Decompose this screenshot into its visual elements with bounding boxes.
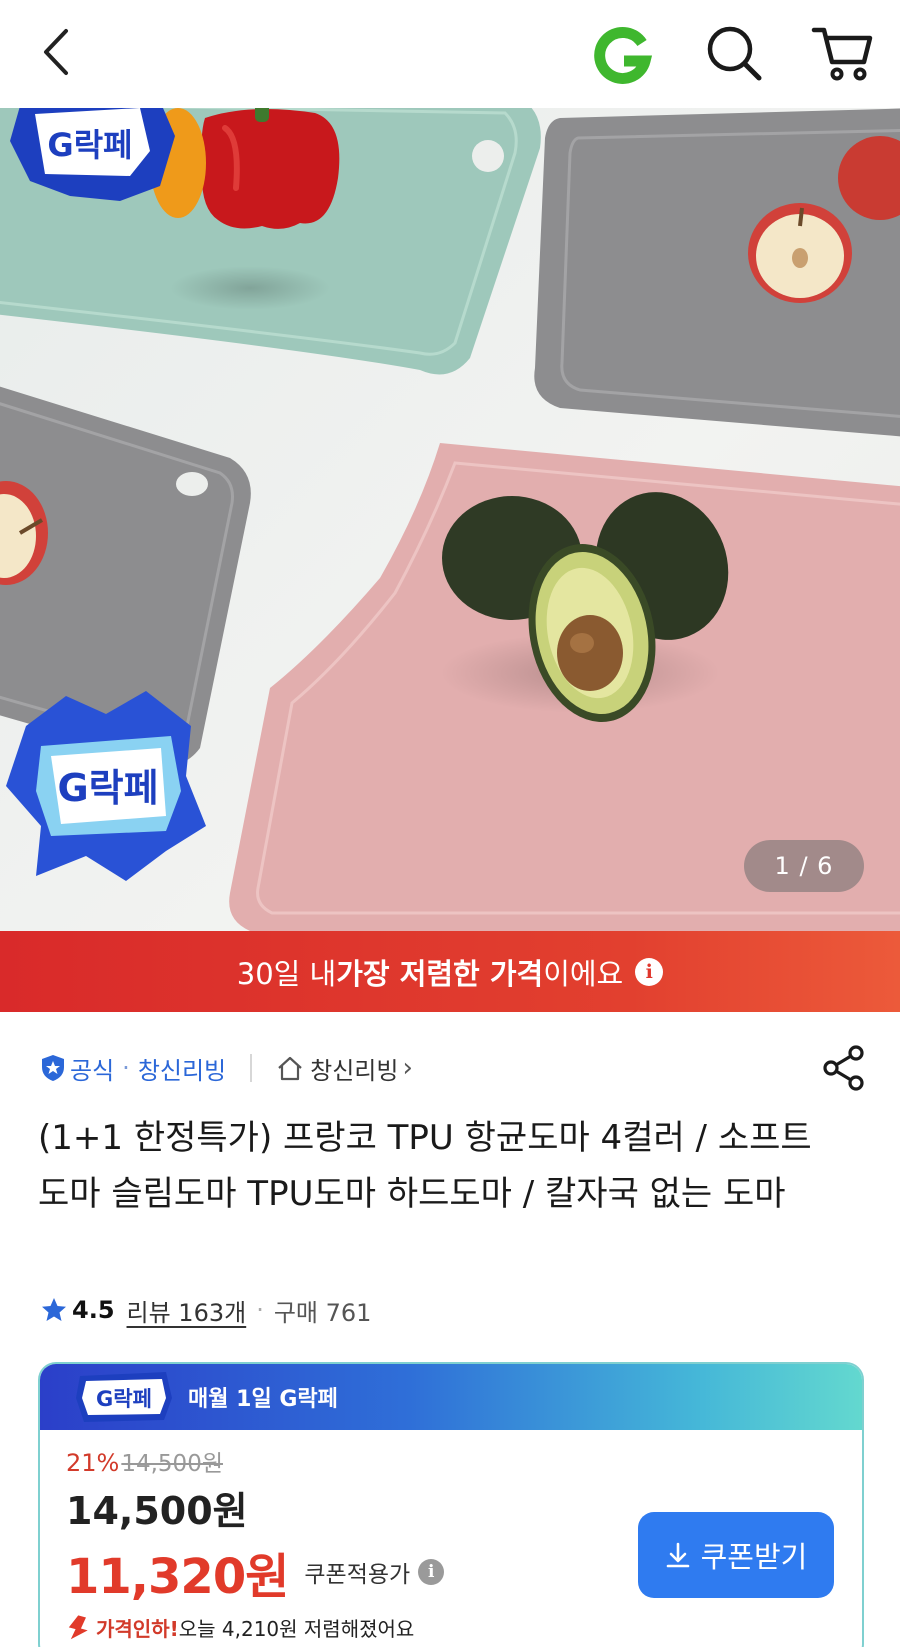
price-drop-text: 오늘 4,210원 저렴해졌어요: [178, 1617, 415, 1641]
glakpe-badge-top-text: G락페: [47, 126, 132, 164]
rating-row: 4.5 리뷰 163개 · 구매 761: [40, 1290, 371, 1330]
get-coupon-button[interactable]: 쿠폰받기: [638, 1512, 834, 1598]
promo-price-card: G락페 매월 1일 G락페 21% 14,500원 14,500원 11,320…: [38, 1362, 864, 1647]
g-logo-icon: [594, 26, 653, 84]
rating-score: 4.5: [72, 1296, 115, 1324]
gallery-pager: 1 / 6: [744, 840, 864, 892]
coupon-sale-price: 11,320원: [66, 1549, 289, 1605]
product-image-gallery[interactable]: G락페 G락페 1 / 6: [0, 108, 900, 931]
official-label: 공식: [70, 1056, 115, 1085]
glakpe-badge-top: G락페: [10, 108, 175, 201]
top-navigation-bar: [0, 0, 900, 108]
star-icon: [42, 1298, 66, 1321]
lowest-price-banner: 30일 내 가장 저렴한 가격 이에요 i: [0, 931, 900, 1012]
get-coupon-label: 쿠폰받기: [700, 1540, 808, 1574]
price-drop-notice: 가격인하! 오늘 4,210원 저렴해졌어요: [66, 1613, 862, 1642]
chevron-left-icon: [44, 29, 68, 75]
cart-icon: [811, 27, 873, 81]
gmarket-home-logo[interactable]: [592, 26, 653, 86]
glakpe-badge-small-text: G락페: [96, 1387, 152, 1411]
search-icon: [707, 26, 762, 81]
product-title: (1+1 한정특가) 프랑코 TPU 항균도마 4컬러 / 소프트도마 슬림도마…: [38, 1118, 812, 1214]
info-icon[interactable]: i: [635, 957, 664, 986]
arrow-down-icon: [68, 1614, 88, 1639]
banner-bold: 가장 저렴한 가격: [336, 956, 544, 991]
shield-check-icon: [42, 1055, 64, 1081]
discount-rate: 21%: [66, 1449, 120, 1477]
divider: [250, 1054, 253, 1082]
seller-row: 공식 · 창신리빙 창신리빙 ›: [40, 1046, 413, 1090]
price-drop-label: 가격인하!: [96, 1617, 179, 1641]
back-button[interactable]: [30, 22, 80, 82]
glakpe-badge-bottom-text: G락페: [57, 766, 158, 810]
separator-dot: ·: [122, 1054, 130, 1082]
coupon-price-label: 쿠폰적용가: [304, 1562, 411, 1588]
home-icon: [278, 1056, 302, 1081]
search-button[interactable]: [703, 22, 765, 84]
original-price: 14,500원: [121, 1451, 223, 1477]
chevron-right-icon: ›: [402, 1053, 413, 1083]
download-icon: [666, 1542, 689, 1568]
promo-header-text: 매월 1일 G락페: [188, 1387, 338, 1412]
info-icon[interactable]: i: [418, 1559, 445, 1585]
share-button[interactable]: [822, 1044, 866, 1092]
promo-body: 21% 14,500원 14,500원 11,320원 쿠폰적용가 i 가격인하…: [40, 1430, 862, 1642]
glakpe-badge-bottom: G락페: [6, 691, 206, 881]
seller-name[interactable]: 창신리빙: [138, 1051, 226, 1086]
banner-prefix: 30일 내: [236, 956, 337, 991]
banner-suffix: 이에요: [543, 956, 624, 991]
store-name: 창신리빙: [310, 1056, 399, 1085]
glakpe-badge-small: G락페: [76, 1372, 172, 1422]
discount-line: 21% 14,500원: [66, 1444, 862, 1478]
store-home-link[interactable]: 창신리빙 ›: [276, 1051, 413, 1086]
review-count-link[interactable]: 리뷰 163개: [127, 1293, 247, 1328]
share-icon: [823, 1045, 864, 1091]
purchase-count: 구매 761: [273, 1298, 372, 1327]
meta-separator: ·: [256, 1296, 264, 1324]
cart-button[interactable]: [810, 22, 876, 84]
official-seller-badge: 공식: [40, 1051, 114, 1086]
promo-header: G락페 매월 1일 G락페: [40, 1364, 862, 1430]
